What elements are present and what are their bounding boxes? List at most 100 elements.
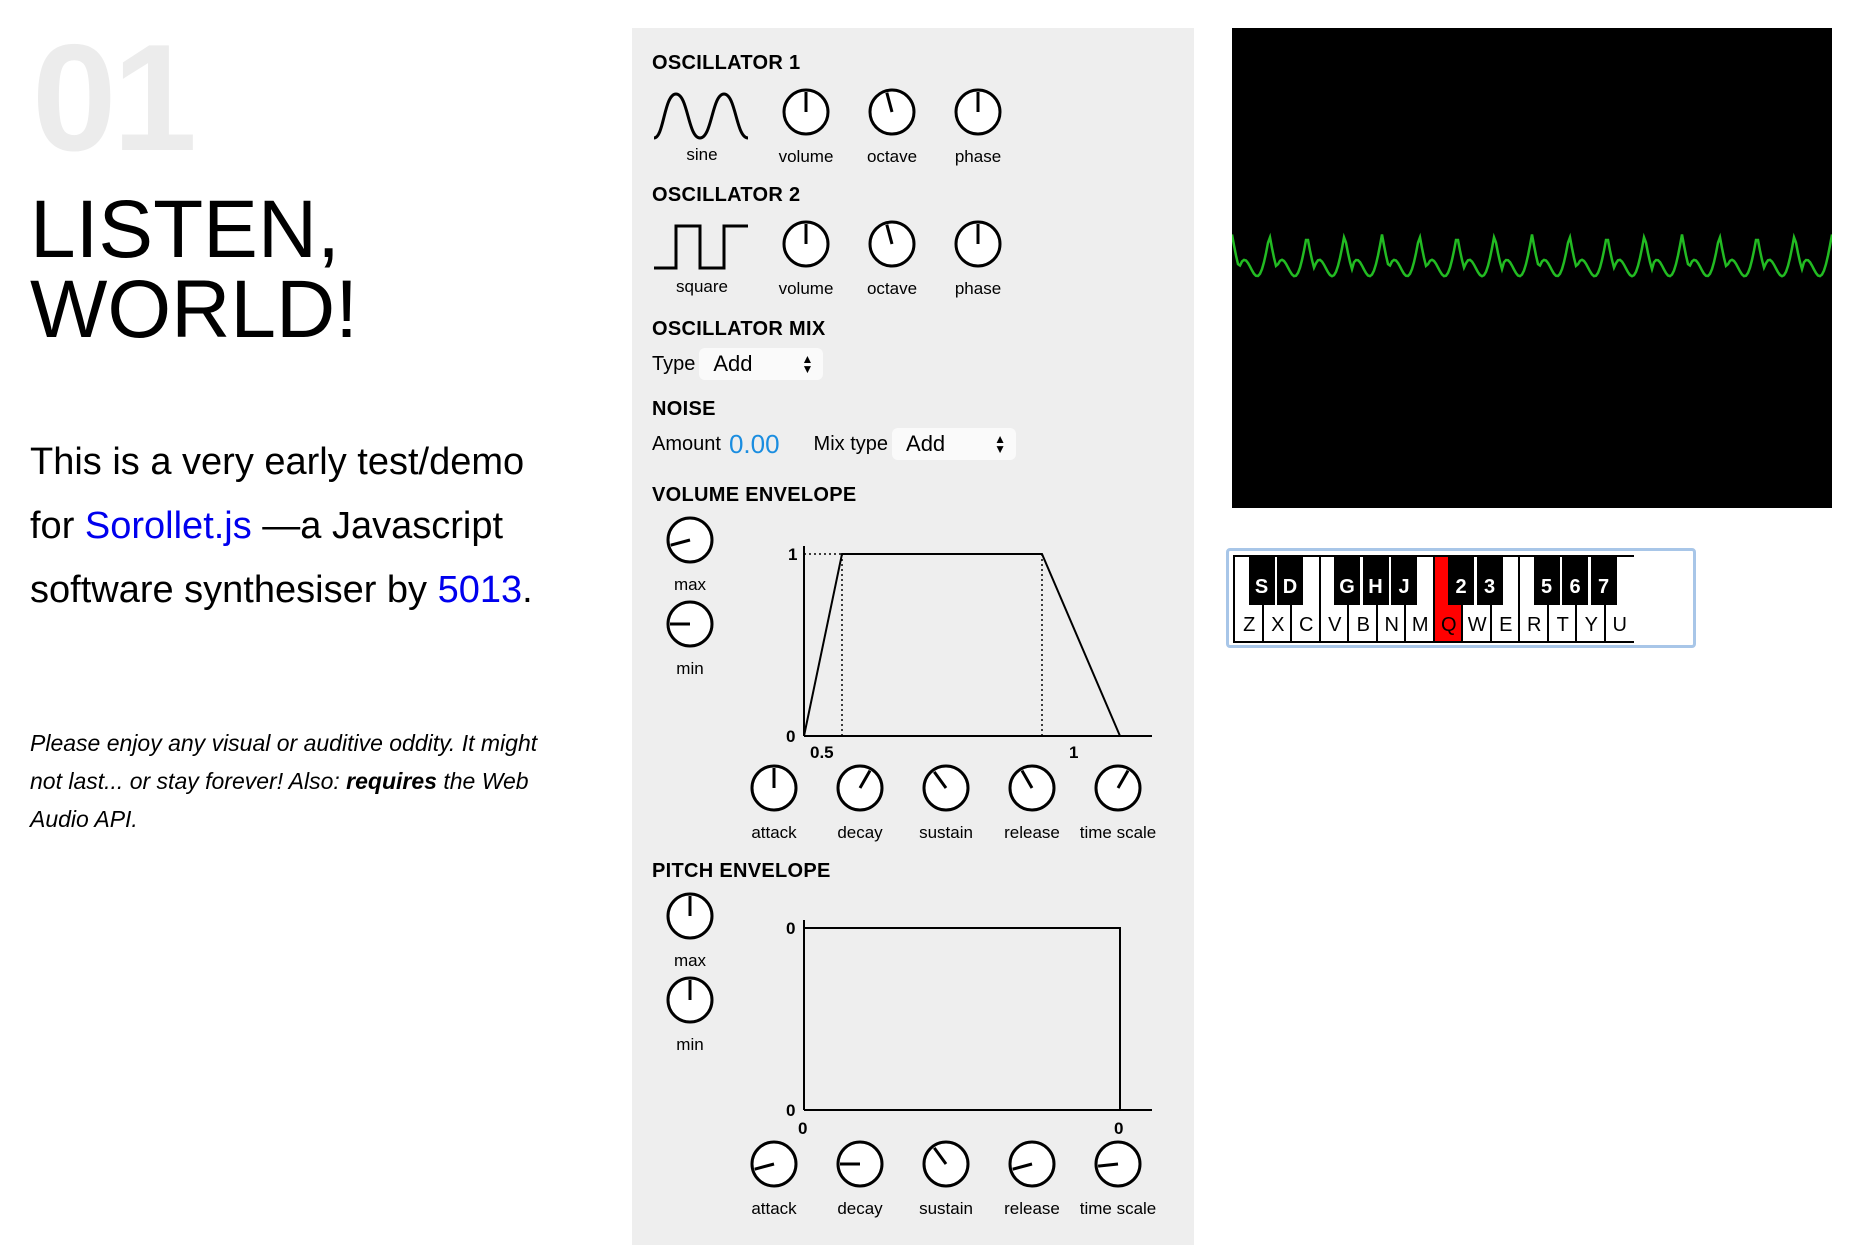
- pitch-env-sustain-control: sustain: [896, 1138, 996, 1219]
- osc2-wave-label: square: [676, 277, 728, 296]
- oscilloscope-display: [1230, 28, 1834, 508]
- pitch-env-release-control: release: [982, 1138, 1082, 1219]
- key-label: 5: [1540, 576, 1553, 598]
- mix-type-value: Add: [713, 351, 753, 376]
- key-label: C: [1299, 614, 1314, 636]
- noise-mix-type-value: Add: [906, 431, 946, 456]
- decay-knob[interactable]: [810, 762, 910, 814]
- key-label: S: [1254, 576, 1269, 598]
- key-label: Q: [1440, 614, 1457, 636]
- knob-pointer: [1097, 1162, 1119, 1168]
- octave-label: octave: [866, 279, 918, 298]
- pitch-env-decay-control: decay: [810, 1138, 910, 1219]
- pitch-x-right-label: 0: [1114, 1119, 1123, 1138]
- author-link[interactable]: 5013: [438, 569, 523, 611]
- intro-text: This is a very early test/demo for Sorol…: [30, 430, 550, 622]
- black-key-7[interactable]: 7: [1590, 555, 1617, 605]
- key-label: J: [1398, 576, 1410, 598]
- key-label: H: [1368, 576, 1383, 598]
- key-label: 2: [1455, 576, 1467, 598]
- volume-label: volume: [778, 147, 834, 166]
- key-label: U: [1612, 614, 1627, 636]
- sustain-knob[interactable]: [896, 762, 996, 814]
- volume-label: volume: [778, 279, 834, 298]
- volume-knob[interactable]: [756, 86, 856, 138]
- key-label: Y: [1584, 614, 1598, 636]
- octave-knob[interactable]: [842, 86, 942, 138]
- vol-x-left-label: 0.5: [810, 743, 834, 762]
- black-key-j[interactable]: J: [1391, 555, 1417, 605]
- key-label: X: [1271, 614, 1285, 636]
- vol-env-attack-control: attack: [724, 762, 824, 843]
- max-knob[interactable]: [640, 514, 740, 566]
- black-key-g[interactable]: G: [1334, 555, 1360, 605]
- note-bold: requires: [346, 768, 437, 794]
- release-knob[interactable]: [982, 762, 1082, 814]
- key-label: G: [1339, 576, 1355, 598]
- osc1-phase-control: phase: [928, 86, 1028, 167]
- vol-range-min-control: min: [640, 598, 740, 679]
- key-label: 6: [1569, 576, 1581, 598]
- time-scale-knob[interactable]: [1068, 1138, 1168, 1190]
- black-key-s[interactable]: S: [1248, 555, 1275, 605]
- square-wave-icon[interactable]: [652, 218, 752, 278]
- volume-knob[interactable]: [756, 218, 856, 270]
- key-label: R: [1527, 614, 1542, 636]
- sustain-knob[interactable]: [896, 1138, 996, 1190]
- vol-env-sustain-control: sustain: [896, 762, 996, 843]
- black-key-5[interactable]: 5: [1533, 555, 1560, 605]
- pitch-x-left-label: 0: [798, 1119, 807, 1138]
- piano-keyboard: ZXCVBNMQWERTYU SD GHJ 23 567: [1226, 548, 1696, 648]
- min-label: min: [676, 659, 704, 678]
- sustain-label: sustain: [919, 1199, 973, 1218]
- key-label: 3: [1483, 576, 1496, 598]
- black-key-3[interactable]: 3: [1476, 555, 1503, 605]
- pitch-env-attack-control: attack: [724, 1138, 824, 1219]
- pitch-envelope-title: PITCH ENVELOPE: [652, 860, 831, 882]
- sorollet-link[interactable]: Sorollet.js: [85, 505, 252, 547]
- section-number: 01: [32, 13, 197, 183]
- attack-label: attack: [751, 1199, 797, 1218]
- attack-knob[interactable]: [724, 762, 824, 814]
- noise-mix-type-label: Mix type: [813, 432, 889, 455]
- decay-label: decay: [837, 1199, 883, 1218]
- black-key-6[interactable]: 6: [1562, 555, 1588, 605]
- volume-envelope-graph[interactable]: 1 0 0.5 1: [772, 528, 1172, 768]
- octave-knob[interactable]: [842, 218, 942, 270]
- osc1-volume-control: volume: [756, 86, 856, 167]
- attack-knob[interactable]: [724, 1138, 824, 1190]
- max-knob[interactable]: [640, 890, 740, 942]
- max-label: max: [673, 575, 707, 594]
- vol-x-right-label: 1: [1069, 743, 1078, 762]
- vol-y-bottom-label: 0: [786, 727, 795, 746]
- noise-row: Amount 0.00 Mix type Add ▲ ▼: [652, 428, 1017, 460]
- noise-mix-type-select[interactable]: Add ▲ ▼: [892, 428, 1017, 460]
- time-scale-label: time scale: [1079, 823, 1157, 842]
- time-scale-label: time scale: [1079, 1199, 1157, 1218]
- phase-knob[interactable]: [928, 86, 1028, 138]
- pitch-range-max-control: max: [640, 890, 740, 971]
- sine-wave-icon[interactable]: [652, 86, 752, 146]
- phase-knob[interactable]: [928, 218, 1028, 270]
- osc2-phase-control: phase: [928, 218, 1028, 299]
- release-knob[interactable]: [982, 1138, 1082, 1190]
- vol-env-time-scale-control: time scale: [1068, 762, 1168, 843]
- min-knob[interactable]: [640, 598, 740, 650]
- min-knob[interactable]: [640, 974, 740, 1026]
- black-key-2[interactable]: 2: [1448, 555, 1474, 605]
- decay-knob[interactable]: [810, 1138, 910, 1190]
- key-label: E: [1499, 614, 1513, 636]
- noise-amount-label: Amount: [652, 432, 721, 455]
- pitch-envelope-graph[interactable]: 0 0 0 0: [772, 902, 1172, 1142]
- black-key-d[interactable]: D: [1277, 555, 1303, 605]
- key-label: M: [1411, 614, 1429, 636]
- time-scale-knob[interactable]: [1068, 762, 1168, 814]
- noise-amount-input[interactable]: 0.00: [729, 429, 780, 460]
- pitch-y-top-label: 0: [786, 919, 795, 938]
- mix-title: OSCILLATOR MIX: [652, 318, 826, 340]
- osc2-volume-control: volume: [756, 218, 856, 299]
- osc2-title: OSCILLATOR 2: [652, 184, 801, 206]
- black-key-h[interactable]: H: [1362, 555, 1389, 605]
- mix-type-select[interactable]: Add ▲ ▼: [699, 348, 824, 380]
- osc1-title: OSCILLATOR 1: [652, 52, 801, 74]
